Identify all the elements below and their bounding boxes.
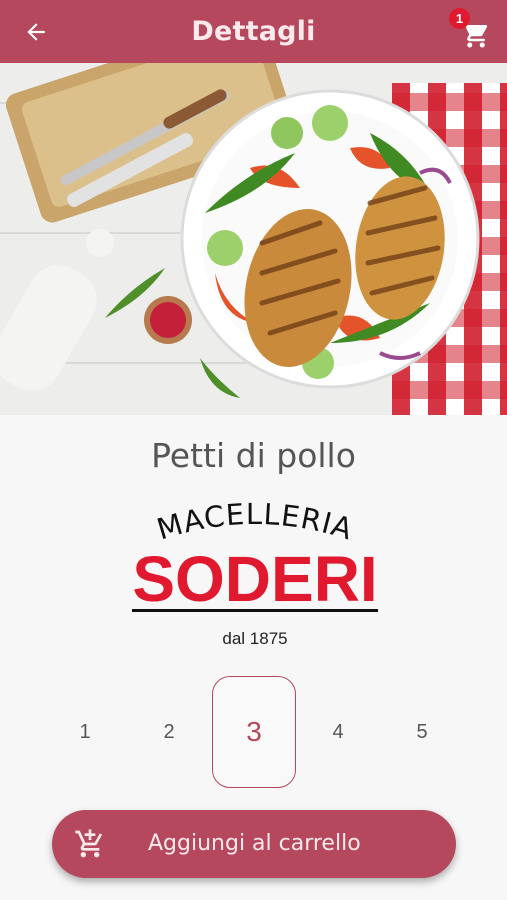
quantity-option-2[interactable]: 2 — [127, 676, 211, 788]
cart-button[interactable]: 1 — [449, 8, 497, 52]
quantity-option-5[interactable]: 5 — [380, 676, 464, 788]
arrow-left-icon — [27, 23, 45, 41]
product-image — [0, 63, 507, 415]
brand-since: dal 1875 — [222, 629, 287, 648]
quantity-option-3[interactable]: 3 — [212, 676, 296, 788]
cart-plus-icon — [75, 829, 103, 858]
quantity-option-4[interactable]: 4 — [296, 676, 380, 788]
add-to-cart-label: Aggiungi al carrello — [148, 831, 361, 856]
page-title: Dettagli — [191, 16, 316, 47]
add-to-cart-button[interactable]: Aggiungi al carrello — [52, 810, 456, 878]
quantity-option-1[interactable]: 1 — [43, 676, 127, 788]
app-bar: Dettagli 1 — [0, 0, 507, 63]
product-name: Petti di pollo — [151, 436, 356, 475]
quantity-selector: 1 2 3 4 5 — [0, 676, 507, 788]
cart-count-badge: 1 — [449, 8, 470, 29]
brand-line2: SODERI — [132, 543, 377, 615]
pepper-bowl — [144, 296, 192, 344]
brand-line1: MACELLERIA — [153, 497, 357, 547]
back-button[interactable] — [20, 16, 52, 48]
brand-logo: MACELLERIA SODERI dal 1875 — [120, 495, 390, 655]
